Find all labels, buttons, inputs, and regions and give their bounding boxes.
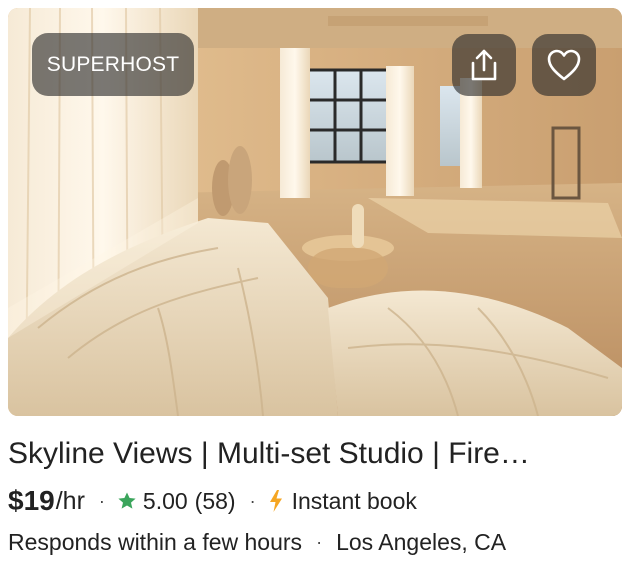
- price-value: $19: [8, 485, 55, 516]
- share-button[interactable]: [452, 34, 516, 96]
- superhost-badge: SUPERHOST: [32, 33, 194, 96]
- price-unit: /hr: [55, 486, 85, 515]
- heart-icon: [547, 49, 581, 81]
- separator-dot: ·: [98, 490, 105, 511]
- listing-title[interactable]: Skyline Views | Multi-set Studio | Fire…: [8, 434, 620, 474]
- response-time: Responds within a few hours: [8, 528, 303, 555]
- superhost-badge-label: SUPERHOST: [46, 52, 180, 76]
- location: Los Angeles, CA: [336, 528, 507, 555]
- favorite-button[interactable]: [532, 34, 596, 96]
- share-icon: [471, 49, 497, 81]
- lightning-bolt-icon: [268, 489, 284, 513]
- separator-dot: ·: [249, 490, 256, 511]
- rating-value: 5.00: [142, 487, 188, 514]
- listing-meta-row: $19 /hr · 5.00 (58) · Instant book: [8, 481, 417, 521]
- review-count: (58): [194, 487, 236, 514]
- separator-dot: ·: [316, 531, 323, 552]
- star-icon: [117, 491, 137, 511]
- instant-book-label: Instant book: [291, 487, 417, 514]
- listing-card[interactable]: SUPERHOST Skyline Views | Multi-set Stud…: [0, 0, 630, 574]
- listing-sub-row: Responds within a few hours · Los Angele…: [8, 523, 506, 561]
